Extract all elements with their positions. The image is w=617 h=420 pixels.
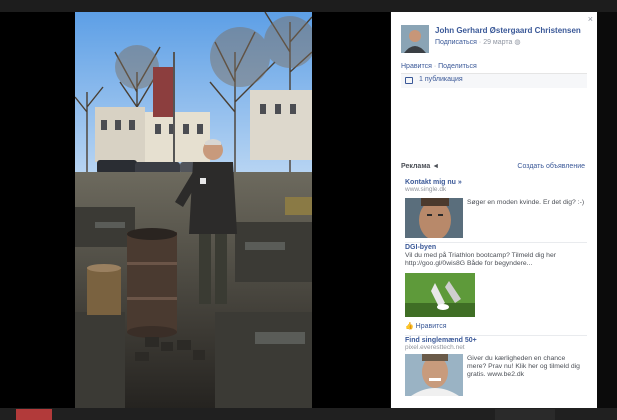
ad-divider [405,335,587,336]
create-ad-link[interactable]: Создать объявление [517,163,585,170]
ad-image[interactable] [405,273,475,317]
post-actions: Нравится · Поделиться [401,63,477,70]
megaphone-icon: ◄ [432,163,440,170]
ad-text: Søger en moden kvinde. Er det dig? :-) [467,199,585,206]
share-link[interactable]: Поделиться [438,63,477,70]
ads-header: Реклама ◄ Создать объявление [401,163,587,173]
post-photo[interactable] [75,12,312,408]
shares-bar[interactable]: 1 публикация [401,73,587,88]
ad-url: pixel.everesttech.net [405,344,465,351]
ad-item[interactable]: Find singlemænd 50+ pixel.everesttech.ne… [405,337,587,396]
shares-count[interactable]: 1 публикация [419,76,463,83]
background-tile [495,409,555,420]
photo-street-scene [75,12,312,408]
author-name-link[interactable]: John Gerhard Østergaard Christensen [435,26,581,35]
share-icon [405,77,413,84]
photo-stage[interactable] [0,12,390,408]
background-page-top [0,0,617,12]
ad-image[interactable] [405,354,463,396]
ad-text: Vil du med på Triathlon bootcamp? Tilmel… [405,252,557,267]
ad-url: www.single.dk [405,186,447,193]
close-icon[interactable]: × [588,14,593,24]
background-tile [16,409,52,420]
ad-title[interactable]: Kontakt mig nu » [405,179,587,186]
post-date[interactable]: 29 марта [483,39,512,46]
ad-title[interactable]: Find singlemænd 50+ [405,337,587,344]
actions-separator: · [433,63,437,70]
ad-item[interactable]: DGI-byen Vil du med på Triathlon bootcam… [405,244,587,330]
ad-title[interactable]: DGI-byen [405,244,587,251]
globe-icon: ◍ [514,39,521,46]
author-meta: Подписаться · 29 марта ◍ [435,38,520,46]
ad-like-link[interactable]: 👍 Нравится [405,322,447,330]
ad-image[interactable] [405,198,463,238]
author-avatar[interactable] [401,25,429,53]
ad-item[interactable]: Kontakt mig nu » www.single.dk Søger en … [405,179,587,238]
thumbs-up-icon: 👍 [405,323,414,330]
post-author: John Gerhard Østergaard Christensen Подп… [401,25,591,55]
post-sidebar: × John Gerhard Østergaard Christensen По… [391,12,597,408]
meta-separator: · [478,39,482,46]
ads-title: Реклама ◄ [401,163,440,170]
like-link[interactable]: Нравится [401,63,432,70]
ad-divider [405,242,587,243]
subscribe-link[interactable]: Подписаться [435,39,477,46]
ad-text: Giver du kærligheden en chance mere? Pra… [467,355,580,378]
